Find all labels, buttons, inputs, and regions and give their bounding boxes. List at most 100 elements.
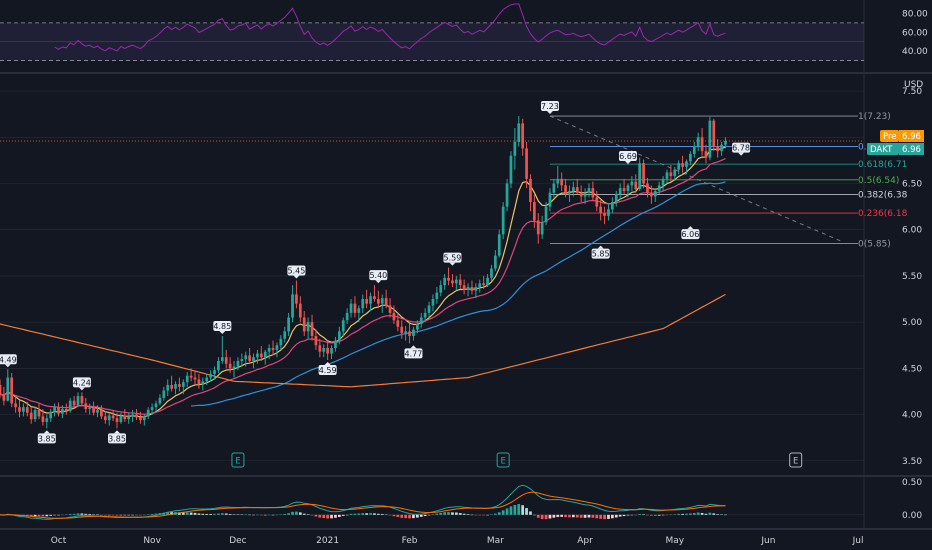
candle-body[interactable] bbox=[435, 292, 439, 300]
candle-body[interactable] bbox=[540, 222, 544, 235]
candle-body[interactable] bbox=[162, 390, 166, 398]
candle-body[interactable] bbox=[497, 234, 501, 256]
candle-body[interactable] bbox=[396, 320, 400, 327]
candle-body[interactable] bbox=[232, 366, 236, 369]
candle-body[interactable] bbox=[614, 194, 618, 202]
candle-body[interactable] bbox=[174, 384, 177, 389]
candle-body[interactable] bbox=[298, 303, 302, 318]
candle-body[interactable] bbox=[193, 377, 197, 380]
candle-body[interactable] bbox=[201, 381, 205, 385]
candle-body[interactable] bbox=[482, 283, 486, 286]
candle-body[interactable] bbox=[419, 317, 423, 324]
candle-body[interactable] bbox=[158, 397, 162, 404]
candle-body[interactable] bbox=[521, 123, 525, 149]
candle-body[interactable] bbox=[634, 181, 638, 190]
candle-body[interactable] bbox=[53, 407, 56, 412]
candle-body[interactable] bbox=[501, 206, 505, 235]
candle-body[interactable] bbox=[474, 287, 478, 291]
candle-body[interactable] bbox=[228, 363, 232, 369]
candle-body[interactable] bbox=[716, 146, 720, 152]
candle-body[interactable] bbox=[404, 331, 408, 334]
candle-body[interactable] bbox=[361, 299, 365, 309]
candle-body[interactable] bbox=[57, 407, 60, 414]
candle-body[interactable] bbox=[536, 220, 540, 235]
candle-body[interactable] bbox=[564, 185, 567, 193]
candle-body[interactable] bbox=[37, 409, 41, 417]
candle-body[interactable] bbox=[127, 416, 131, 420]
candle-body[interactable] bbox=[575, 187, 579, 193]
candle-body[interactable] bbox=[123, 415, 127, 420]
candle-body[interactable] bbox=[517, 123, 521, 142]
candle-body[interactable] bbox=[587, 188, 591, 193]
candle-body[interactable] bbox=[135, 414, 138, 418]
candle-body[interactable] bbox=[267, 348, 271, 352]
candle-body[interactable] bbox=[256, 353, 259, 358]
candle-body[interactable] bbox=[25, 407, 29, 413]
candle-body[interactable] bbox=[33, 409, 37, 420]
candle-body[interactable] bbox=[154, 403, 158, 408]
candle-body[interactable] bbox=[611, 201, 614, 210]
candle-body[interactable] bbox=[365, 299, 369, 304]
candle-body[interactable] bbox=[423, 312, 427, 318]
candle-body[interactable] bbox=[68, 400, 72, 411]
candle-body[interactable] bbox=[653, 190, 657, 197]
candle-body[interactable] bbox=[111, 415, 115, 419]
candle-body[interactable] bbox=[692, 146, 696, 154]
candle-body[interactable] bbox=[119, 415, 123, 422]
candle-body[interactable] bbox=[720, 144, 723, 152]
candle-body[interactable] bbox=[493, 255, 497, 269]
candle-body[interactable] bbox=[392, 312, 396, 321]
candle-body[interactable] bbox=[185, 375, 189, 383]
candle-body[interactable] bbox=[513, 141, 517, 156]
candle-body[interactable] bbox=[525, 148, 528, 179]
candle-body[interactable] bbox=[427, 305, 431, 313]
candle-body[interactable] bbox=[2, 394, 6, 401]
candle-body[interactable] bbox=[100, 409, 103, 417]
candle-body[interactable] bbox=[708, 120, 712, 158]
candle-body[interactable] bbox=[568, 190, 571, 193]
candle-body[interactable] bbox=[287, 317, 290, 332]
candle-body[interactable] bbox=[552, 183, 556, 193]
candle-body[interactable] bbox=[509, 155, 513, 184]
candle-body[interactable] bbox=[139, 417, 142, 421]
candle-body[interactable] bbox=[349, 303, 353, 313]
candle-body[interactable] bbox=[10, 377, 14, 404]
candle-body[interactable] bbox=[103, 416, 107, 421]
candle-body[interactable] bbox=[252, 357, 255, 361]
candle-body[interactable] bbox=[248, 355, 251, 361]
candle-body[interactable] bbox=[217, 360, 220, 371]
candle-body[interactable] bbox=[41, 416, 45, 422]
candle-body[interactable] bbox=[197, 379, 201, 385]
candle-body[interactable] bbox=[29, 412, 33, 420]
candle-body[interactable] bbox=[291, 294, 294, 318]
candle-body[interactable] bbox=[415, 323, 419, 330]
candle-body[interactable] bbox=[150, 407, 154, 410]
candle-body[interactable] bbox=[295, 294, 298, 304]
candle-body[interactable] bbox=[400, 326, 404, 334]
candle-body[interactable] bbox=[591, 188, 595, 198]
candle-body[interactable] bbox=[263, 351, 267, 358]
candle-body[interactable] bbox=[556, 178, 560, 184]
candle-body[interactable] bbox=[451, 280, 454, 284]
candle-body[interactable] bbox=[380, 298, 384, 304]
candle-body[interactable] bbox=[388, 305, 392, 313]
candle-body[interactable] bbox=[599, 206, 603, 214]
candle-body[interactable] bbox=[271, 348, 275, 350]
candle-body[interactable] bbox=[384, 298, 388, 306]
candle-body[interactable] bbox=[505, 183, 509, 207]
candle-body[interactable] bbox=[595, 197, 599, 207]
candle-body[interactable] bbox=[80, 396, 84, 404]
candle-body[interactable] bbox=[462, 285, 466, 290]
candle-body[interactable] bbox=[166, 384, 170, 391]
candle-body[interactable] bbox=[447, 277, 450, 281]
candle-body[interactable] bbox=[240, 359, 244, 361]
candle-body[interactable] bbox=[685, 161, 688, 167]
candle-body[interactable] bbox=[650, 192, 653, 197]
candle-body[interactable] bbox=[724, 140, 727, 145]
candle-body[interactable] bbox=[146, 409, 150, 417]
candle-body[interactable] bbox=[88, 407, 92, 410]
candle-body[interactable] bbox=[579, 192, 583, 197]
candle-body[interactable] bbox=[72, 400, 76, 406]
candle-body[interactable] bbox=[642, 163, 645, 184]
candle-body[interactable] bbox=[681, 163, 684, 167]
